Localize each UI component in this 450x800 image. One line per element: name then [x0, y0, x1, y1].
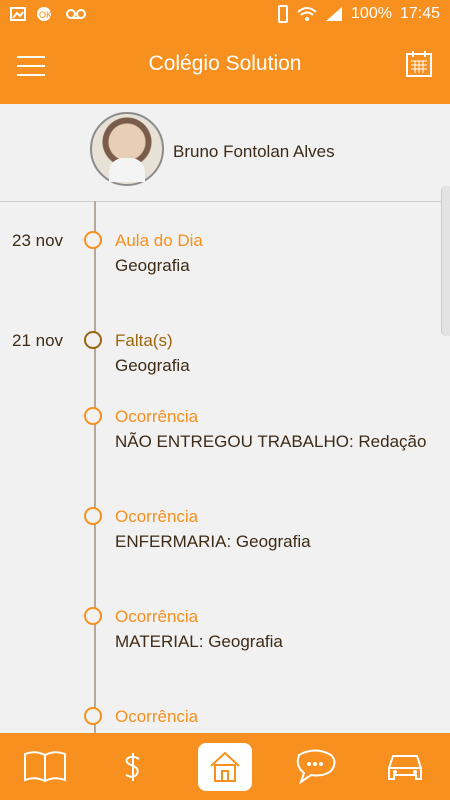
timeline-line: [94, 201, 96, 733]
page-title: Colégio Solution: [148, 52, 302, 75]
timeline-marker-icon: [84, 407, 102, 425]
svg-text:OK: OK: [39, 10, 52, 20]
ok-icon: OK: [37, 7, 52, 21]
book-icon[interactable]: [18, 743, 72, 791]
avatar[interactable]: [90, 112, 164, 186]
app-bar: Colégio Solution: [0, 30, 450, 104]
student-name: Bruno Fontolan Alves: [173, 142, 335, 161]
entry-date: 23 nov: [12, 231, 64, 250]
timeline: 23 nov Aula do Dia Geografia 21 nov Falt…: [0, 201, 450, 733]
status-bar-notifications: OK: [10, 6, 86, 22]
wifi-icon: [297, 7, 317, 21]
entry-title: Ocorrência: [115, 607, 199, 626]
image-icon: [10, 7, 26, 21]
entry-description: Geografia: [115, 356, 190, 375]
entry-title: Ocorrência: [115, 407, 199, 426]
dollar-icon[interactable]: [106, 743, 160, 791]
signal-icon: [326, 7, 343, 21]
status-bar-system: 100% 17:45: [277, 5, 440, 23]
profile-header: Bruno Fontolan Alves: [0, 104, 450, 202]
entry-date: 21 nov: [12, 331, 64, 350]
timeline-marker-icon: [84, 231, 102, 249]
entry-description: NÃO ENTREGOU TRABALHO: Redação: [115, 432, 427, 451]
car-icon[interactable]: [378, 743, 432, 791]
timeline-marker-icon: [84, 607, 102, 625]
timeline-marker-icon: [84, 331, 102, 349]
clock: 17:45: [399, 5, 440, 22]
entry-title: Falta(s): [115, 331, 173, 350]
chat-icon[interactable]: [288, 743, 342, 791]
calendar-icon[interactable]: [406, 50, 432, 78]
status-bar: OK 100% 17:45: [0, 0, 450, 30]
entry-description: ENFERMARIA: Geografia: [115, 532, 311, 551]
entry-title: Aula do Dia: [115, 231, 203, 250]
home-icon[interactable]: [198, 743, 252, 791]
voicemail-icon: [66, 9, 86, 19]
vibrate-icon: [278, 5, 289, 23]
timeline-marker-icon: [84, 707, 102, 725]
timeline-marker-icon: [84, 507, 102, 525]
entry-title: Ocorrência: [115, 507, 199, 526]
entry-description: Geografia: [115, 256, 190, 275]
battery-percentage: 100%: [351, 5, 392, 22]
entry-description: MATERIAL: Geografia: [115, 632, 283, 651]
bottom-navigation: [0, 733, 450, 800]
entry-title: Ocorrência: [115, 707, 199, 726]
